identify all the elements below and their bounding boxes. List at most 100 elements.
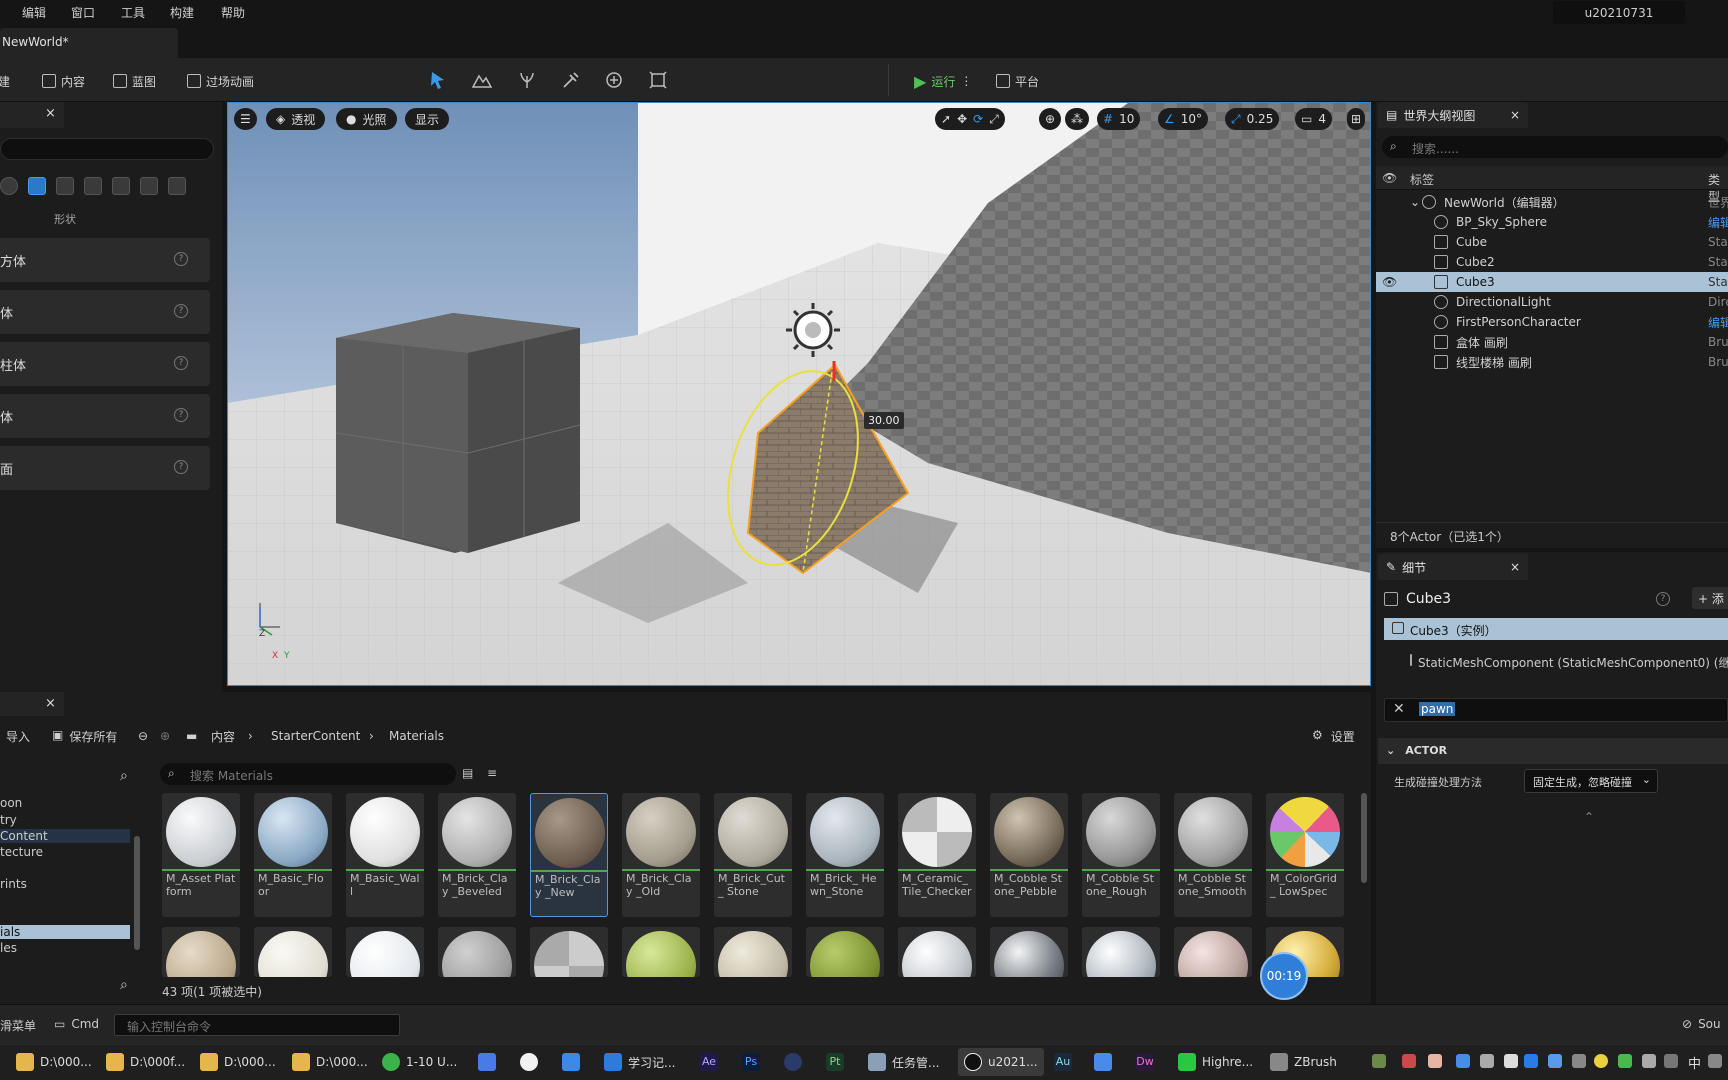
help-icon[interactable]: ? (174, 460, 188, 474)
console-command-input[interactable]: 输入控制台命令 (114, 1014, 400, 1036)
foliage-mode-icon[interactable] (517, 70, 537, 90)
close-icon[interactable]: × (45, 106, 56, 121)
folder-tree-item[interactable]: tecture (0, 845, 43, 859)
cmd-button[interactable]: ▭ Cmd (54, 1017, 99, 1031)
folder-tree-item[interactable]: oon (0, 796, 22, 810)
asset-tile[interactable]: M_Asset Platform (162, 793, 240, 917)
document-tab[interactable]: NewWorld* (0, 28, 178, 58)
asset-tile[interactable] (714, 927, 792, 977)
asset-tile[interactable]: M_Basic_Wall (346, 793, 424, 917)
taskbar-item[interactable]: D:\000f... (106, 1048, 185, 1076)
layout-button[interactable]: ⊞ (1347, 108, 1366, 130)
taskbar-item[interactable]: Highre... (1178, 1048, 1253, 1076)
rotation-snap-button[interactable]: ∠ 10° (1158, 108, 1209, 130)
fracture-mode-icon[interactable] (604, 70, 624, 90)
folder-tree-item[interactable]: rints (0, 877, 27, 891)
save-search-icon[interactable]: ▤ (462, 766, 473, 780)
folder-tree-search[interactable]: ⌕ (0, 765, 148, 789)
breadcrumb-content[interactable]: 内容 (211, 728, 235, 745)
tray-icon[interactable] (1480, 1054, 1494, 1068)
tray-icon[interactable] (1548, 1054, 1562, 1068)
outliner-row[interactable]: Cube Sta (1376, 232, 1728, 252)
folder-tree-item[interactable]: Content (0, 829, 130, 843)
tray-icon[interactable] (1428, 1054, 1442, 1068)
tray-icon[interactable] (1524, 1054, 1538, 1068)
details-tab[interactable]: ✎ 细节 × (1378, 554, 1528, 580)
outliner-row-selected[interactable]: 👁 Cube3 Sta (1376, 272, 1728, 292)
asset-tile[interactable] (622, 927, 700, 977)
asset-tile[interactable] (806, 927, 884, 977)
close-icon[interactable]: × (45, 696, 56, 711)
filter-icon[interactable]: ≡ (487, 766, 497, 780)
taskbar-item[interactable]: Ps (742, 1048, 760, 1076)
level-viewport[interactable]: ☰ ◈ 透视 ● 光照 显示 ➚ ✥ ⟳ ⤢ ⊕ ⁂ #10 ∠ 10° ⤢ 0.25 … (227, 102, 1371, 686)
help-icon[interactable]: ? (174, 252, 188, 266)
taskbar-item[interactable]: Au (1054, 1048, 1072, 1076)
shape-item-cube[interactable]: 方体? (0, 238, 210, 282)
taskbar-item[interactable] (784, 1048, 802, 1076)
folder-tree-item-selected[interactable]: ials (0, 925, 130, 939)
menu-window[interactable]: 窗口 (71, 4, 95, 21)
folder-tree-item[interactable]: les (0, 941, 17, 955)
taskbar-item[interactable]: ZBrush (1270, 1048, 1337, 1076)
tray-icon[interactable] (1594, 1054, 1608, 1068)
asset-tile[interactable] (990, 927, 1068, 977)
all-classes-category-icon[interactable] (168, 177, 186, 195)
create-button[interactable]: 创建 (0, 70, 10, 92)
help-icon[interactable]: ? (1656, 592, 1670, 606)
actor-section-header[interactable]: ⌄ ACTOR (1378, 738, 1728, 764)
breadcrumb-starter-content[interactable]: StarterContent (271, 729, 360, 743)
help-icon[interactable]: ? (174, 356, 188, 370)
menu-help[interactable]: 帮助 (221, 4, 245, 21)
menu-edit[interactable]: 编辑 (22, 4, 46, 21)
clear-filter-icon[interactable]: ✕ (1393, 701, 1405, 717)
forward-icon[interactable]: ⊕ (160, 729, 170, 743)
outliner-row[interactable]: 线型楼梯 画刷 Bru (1376, 352, 1728, 372)
perspective-button[interactable]: ◈ 透视 (266, 108, 326, 130)
visibility-icon[interactable]: 👁 (1382, 275, 1397, 289)
taskbar-item-active[interactable]: u2021... (958, 1048, 1044, 1076)
asset-tile[interactable]: M_Basic_Floor (254, 793, 332, 917)
taskbar-item[interactable]: 1-10 U... (382, 1048, 457, 1076)
visual-effects-category-icon[interactable] (84, 177, 102, 195)
chevron-up-icon[interactable]: ⌃ (1584, 810, 1594, 824)
grid-snap-button[interactable]: #10 (1097, 108, 1141, 130)
shape-item-cone[interactable]: 体? (0, 394, 210, 438)
save-all-button[interactable]: ▣ 保存所有 (52, 728, 117, 745)
menu-tools[interactable]: 工具 (121, 4, 145, 21)
volumes-category-icon[interactable] (140, 177, 158, 195)
asset-tile[interactable]: M_Brick_Clay _Beveled (438, 793, 516, 917)
world-outliner-tab[interactable]: ▤ 世界大纲视图 × (1378, 102, 1528, 128)
asset-tile[interactable]: M_Cobble Stone_Pebble (990, 793, 1068, 917)
outliner-row[interactable]: Cube2 Sta (1376, 252, 1728, 272)
back-icon[interactable]: ⊖ (138, 729, 148, 743)
tray-icon[interactable] (1402, 1054, 1416, 1068)
breadcrumb-materials[interactable]: Materials (389, 729, 444, 743)
recording-timer-badge[interactable]: 00:19 (1260, 952, 1308, 1000)
outliner-row[interactable]: 盒体 画刷 Bru (1376, 332, 1728, 352)
asset-search-input[interactable]: ⌕ 搜索 Materials (160, 763, 456, 785)
outliner-row[interactable]: ⌄ NewWorld（编辑器） 世界 (1376, 192, 1728, 212)
settings-button[interactable]: ⚙ 设置 (1312, 728, 1355, 745)
asset-tile[interactable]: M_ColorGrid_ LowSpec (1266, 793, 1344, 917)
more-options-icon[interactable]: ⋮ (960, 74, 972, 88)
tray-icon[interactable] (1642, 1054, 1656, 1068)
camera-speed-button[interactable]: ▭ 4 (1295, 108, 1332, 130)
taskbar-item[interactable]: Pt (826, 1048, 844, 1076)
blueprint-button[interactable]: 蓝图 (113, 70, 156, 92)
asset-tile[interactable]: M_Cobble Stone_Rough (1082, 793, 1160, 917)
expand-icon[interactable]: ⌄ (1410, 195, 1420, 209)
asset-tile[interactable] (162, 927, 240, 977)
taskbar-item[interactable] (1094, 1048, 1112, 1076)
tray-icon[interactable] (1372, 1054, 1386, 1068)
help-icon[interactable]: ? (174, 304, 188, 318)
lit-mode-button[interactable]: ● 光照 (336, 108, 397, 130)
show-button[interactable]: 显示 (405, 108, 450, 130)
asset-tile[interactable] (438, 927, 516, 977)
taskbar-item[interactable]: Dw (1136, 1048, 1154, 1076)
visibility-icon[interactable]: 👁 (1382, 171, 1397, 185)
taskbar-item[interactable]: Ae (700, 1048, 718, 1076)
content-button[interactable]: 内容 (42, 70, 85, 92)
taskbar-item[interactable] (478, 1048, 496, 1076)
folder-tree-scrollbar[interactable] (134, 836, 140, 950)
